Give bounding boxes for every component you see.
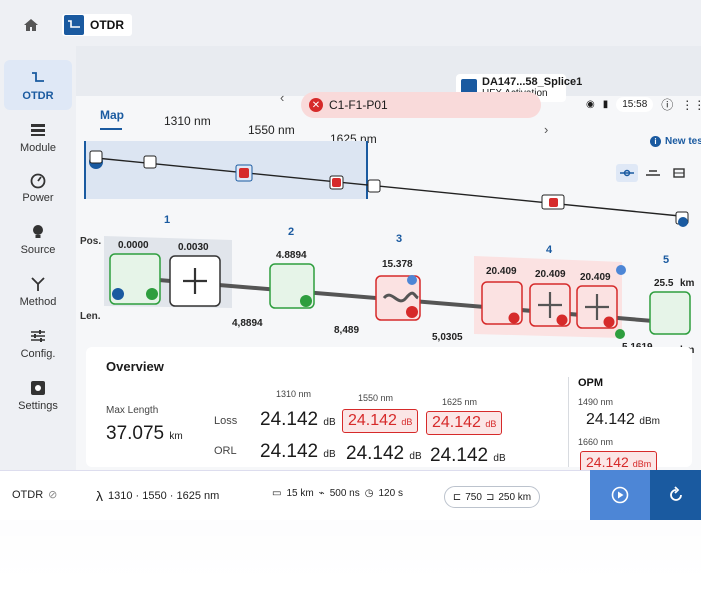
event-position: 0.0000	[118, 240, 149, 251]
event-position: 20.409	[535, 269, 566, 280]
mini-fail-icon	[549, 198, 558, 207]
wavelengths-setting[interactable]: λ 1310 · 1550 · 1625 nm	[96, 488, 219, 504]
orl-1550: 24.142 dB	[346, 443, 422, 464]
range-value: 15 km	[286, 488, 314, 499]
receive-value: 250 km	[498, 491, 532, 503]
fail-icon	[556, 314, 568, 326]
info-icon	[616, 265, 626, 275]
opm-wl-1: 1490 nm	[578, 397, 614, 407]
orl-1625: 24.142 dB	[430, 445, 506, 466]
opm-divider	[568, 377, 569, 467]
pass-icon	[146, 288, 158, 300]
acquisition-settings[interactable]: ▭ 15 km ⌁ 500 ns ◷ 120 s	[272, 488, 403, 499]
info-icon	[407, 275, 417, 285]
mini-fail-icon	[239, 168, 249, 178]
event-3-number[interactable]: 3	[396, 233, 402, 245]
mini-event	[143, 155, 157, 169]
len-label: Len.	[80, 311, 101, 322]
loss-1625-fail: 24.142 dB	[426, 411, 503, 435]
fail-icon	[603, 316, 615, 328]
span-length: 5,0305	[432, 332, 463, 343]
pos-label: Pos.	[80, 236, 102, 247]
overview-title: Overview	[106, 359, 164, 374]
timer-icon: ◷	[364, 488, 374, 499]
event-position: 0.0030	[178, 242, 209, 253]
restart-button[interactable]	[650, 470, 701, 520]
launch-icon: ⊏	[452, 491, 462, 503]
mode-label: OTDR	[12, 488, 44, 501]
span-length: 8,489	[334, 325, 360, 336]
opm-value-1: 24.142 dBm	[586, 411, 660, 428]
wl-1550: 1550 nm	[358, 393, 394, 403]
event-4-number[interactable]: 4	[546, 244, 552, 256]
mini-event	[89, 150, 103, 164]
unit-km: km	[680, 278, 695, 289]
event-5-box	[649, 291, 691, 335]
event-1-number[interactable]: 1	[164, 214, 170, 226]
event-position: 4.8894	[276, 250, 307, 261]
end-marker-icon	[678, 217, 688, 227]
otdr-mode[interactable]: OTDR ⊘	[12, 488, 58, 502]
launch-value: 750	[465, 491, 482, 503]
event-position: 15.378	[382, 259, 413, 270]
event-position: 25.5	[654, 278, 674, 289]
orl-1310: 24.142 dB	[260, 441, 336, 462]
fiber-range-pill[interactable]: ⊏ 750 ⊐ 250 km	[444, 486, 540, 508]
duration-value: 120 s	[378, 488, 403, 499]
event-5-number[interactable]: 5	[663, 254, 669, 266]
span-length: 4,8894	[232, 318, 263, 329]
play-icon	[611, 486, 629, 504]
event-position: 20.409	[580, 272, 611, 283]
pulse-value: 500 ns	[329, 488, 360, 499]
event-position: 20.409	[486, 266, 517, 277]
wl-1625: 1625 nm	[442, 397, 478, 407]
loss-label: Loss	[214, 415, 238, 427]
lambda-icon: λ	[96, 488, 103, 504]
receive-icon: ⊐	[485, 491, 495, 503]
max-length-value: 37.075 km	[106, 423, 183, 444]
mini-event	[367, 179, 381, 193]
loss-1550-fail: 24.142 dB	[342, 409, 419, 433]
refresh-icon	[669, 486, 682, 501]
fail-icon	[508, 312, 520, 324]
orl-label: ORL	[214, 445, 237, 457]
pass-icon	[300, 295, 312, 307]
event-2-number[interactable]: 2	[288, 226, 294, 238]
mini-fail-icon	[332, 178, 341, 187]
overview-card: Overview Max Length 37.075 km 1310 nm 15…	[86, 347, 692, 473]
pass-icon	[615, 329, 625, 339]
start-badge-icon	[112, 288, 124, 300]
pulse-icon: ⌁	[318, 488, 325, 499]
max-length-label: Max Length	[106, 405, 159, 416]
reflection-fade	[0, 520, 701, 603]
fail-icon	[406, 306, 418, 318]
opm-wl-2: 1660 nm	[578, 437, 614, 447]
opm-title: OPM	[578, 377, 604, 389]
wavelengths-label: 1310 · 1550 · 1625 nm	[108, 490, 220, 502]
no-connection-icon: ⊘	[48, 489, 58, 501]
otdr-app: OTDR OTDR Module Power Source Method Con…	[0, 0, 701, 520]
loss-1310: 24.142 dB	[260, 409, 336, 430]
start-button[interactable]	[590, 470, 650, 520]
wl-1310: 1310 nm	[276, 389, 312, 399]
ruler-icon: ▭	[272, 488, 282, 499]
